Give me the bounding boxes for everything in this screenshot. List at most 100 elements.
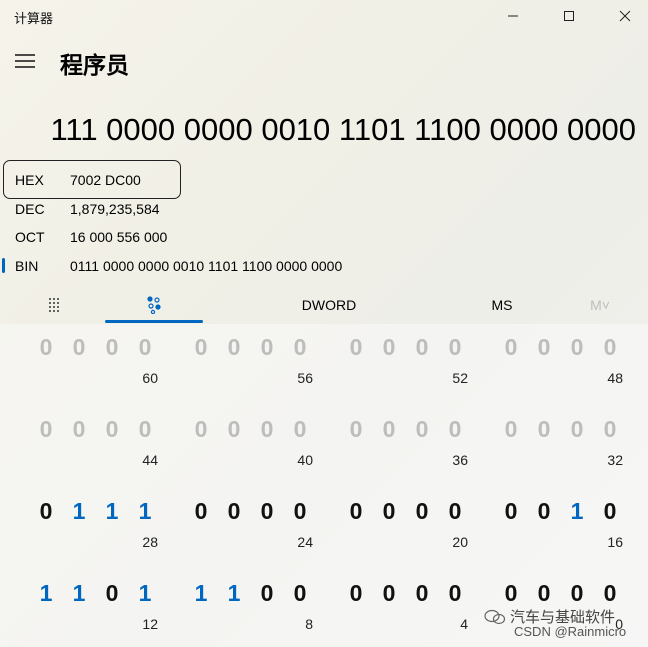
tab-full-keypad[interactable] [30,290,80,320]
bit-toggle: 0 [382,334,396,360]
bit-toggle: 0 [293,416,307,442]
bit-toggle[interactable]: 1 [134,498,156,525]
bit-toggle: 0 [293,334,307,360]
bit-toggle: 0 [603,416,617,442]
bit-toggle[interactable]: 0 [378,498,400,525]
title-bar: 计算器 [0,0,648,32]
bit-position-label: 8 [305,616,313,632]
bit-toggle: 0 [227,334,241,360]
bit-toggle[interactable]: 0 [345,580,367,607]
bit-position-label: 44 [142,452,158,468]
maximize-button[interactable] [546,0,592,32]
bit-toggle: 0 [349,334,363,360]
bit-position-label: 20 [452,534,468,550]
bit-toggle: 0 [382,416,396,442]
bit-toggle[interactable]: 0 [411,580,433,607]
keypad-tab-bar: DWORD MS M˅ [0,290,648,324]
bit-toggle: 0 [570,334,584,360]
bit-position-label: 12 [142,616,158,632]
mode-title: 程序员 [60,52,129,78]
memory-list-button[interactable]: M˅ [580,290,620,320]
bit-toggle[interactable]: 0 [599,498,621,525]
word-size-button[interactable]: DWORD [268,290,390,320]
radix-value: 1,879,235,584 [70,201,160,217]
bit-toggle: 0 [227,416,241,442]
bit-toggle[interactable]: 0 [101,580,123,607]
radix-row-oct[interactable]: OCT 16 000 556 000 [0,223,640,251]
close-icon [619,10,631,22]
bit-toggle[interactable]: 0 [444,580,466,607]
bit-toggle: 0 [448,416,462,442]
close-button[interactable] [602,0,648,32]
bit-toggle[interactable]: 1 [566,498,588,525]
bit-toggle[interactable]: 1 [223,580,245,607]
radix-value: 0111 0000 0000 0010 1101 1100 0000 0000 [70,258,343,274]
bit-toggle: 0 [39,416,53,442]
radix-value: 16 000 556 000 [70,229,168,245]
bit-toggle: 0 [537,334,551,360]
bit-position-label: 4 [460,616,468,632]
bit-position-label: 60 [142,370,158,386]
bit-toggle: 0 [105,334,119,360]
bit-toggle[interactable]: 0 [345,498,367,525]
bit-toggle: 0 [138,416,152,442]
bit-toggle-icon [147,296,161,314]
bit-toggle-grid: 0 0 0 0 0 0 0 0 0 0 0 0 0 0 0 0 60 56 52 48 0 0 0 0 0 0 0 0 0 0 0 0 0 0 0 0… [0,324,648,647]
radix-value: 7002 DC00 [70,172,141,188]
bit-toggle[interactable]: 0 [35,498,57,525]
radix-row-hex[interactable]: HEX 7002 DC00 [0,166,640,194]
minimize-button[interactable] [490,0,536,32]
bit-toggle[interactable]: 0 [256,580,278,607]
bit-toggle[interactable]: 1 [190,580,212,607]
bit-toggle: 0 [72,334,86,360]
bit-toggle: 0 [194,334,208,360]
bit-toggle[interactable]: 0 [599,580,621,607]
bit-toggle[interactable]: 1 [68,498,90,525]
memory-store-button[interactable]: MS [470,290,534,320]
bit-toggle[interactable]: 1 [35,580,57,607]
navigation-menu-button[interactable] [14,52,36,70]
bit-position-label: 16 [607,534,623,550]
bit-toggle: 0 [39,334,53,360]
bit-toggle[interactable]: 0 [411,498,433,525]
radix-name: BIN [15,258,39,274]
bit-toggle: 0 [138,334,152,360]
radix-name: OCT [15,229,45,245]
tab-bit-toggling-keypad[interactable] [105,290,203,320]
radix-row-dec[interactable]: DEC 1,879,235,584 [0,195,640,223]
bit-toggle[interactable]: 0 [566,580,588,607]
bit-toggle[interactable]: 0 [533,580,555,607]
maximize-icon [564,11,574,21]
radix-row-bin[interactable]: BIN 0111 0000 0000 0010 1101 1100 0000 0… [0,252,640,280]
bit-toggle: 0 [537,416,551,442]
bit-toggle[interactable]: 0 [289,498,311,525]
bit-position-label: 36 [452,452,468,468]
bit-toggle[interactable]: 0 [190,498,212,525]
radix-name: DEC [15,201,45,217]
bit-toggle: 0 [105,416,119,442]
active-tab-underline [105,320,203,323]
bit-toggle[interactable]: 0 [533,498,555,525]
bit-toggle[interactable]: 0 [500,580,522,607]
bit-toggle[interactable]: 1 [134,580,156,607]
bit-toggle: 0 [349,416,363,442]
bit-toggle[interactable]: 0 [500,498,522,525]
bit-toggle[interactable]: 0 [256,498,278,525]
bit-position-label: 40 [297,452,313,468]
bit-toggle: 0 [504,334,518,360]
bit-toggle: 0 [570,416,584,442]
bit-toggle: 0 [260,416,274,442]
radix-name: HEX [15,172,44,188]
bit-toggle[interactable]: 0 [378,580,400,607]
bit-toggle[interactable]: 0 [223,498,245,525]
bit-position-label: 52 [452,370,468,386]
bit-toggle: 0 [603,334,617,360]
app-title: 计算器 [14,11,54,26]
bit-toggle: 0 [415,416,429,442]
bit-toggle[interactable]: 0 [444,498,466,525]
bit-toggle: 0 [415,334,429,360]
result-display: 111 0000 0000 0010 1101 1100 0000 0000 [50,112,636,147]
bit-toggle[interactable]: 1 [101,498,123,525]
bit-toggle[interactable]: 0 [289,580,311,607]
bit-toggle[interactable]: 1 [68,580,90,607]
